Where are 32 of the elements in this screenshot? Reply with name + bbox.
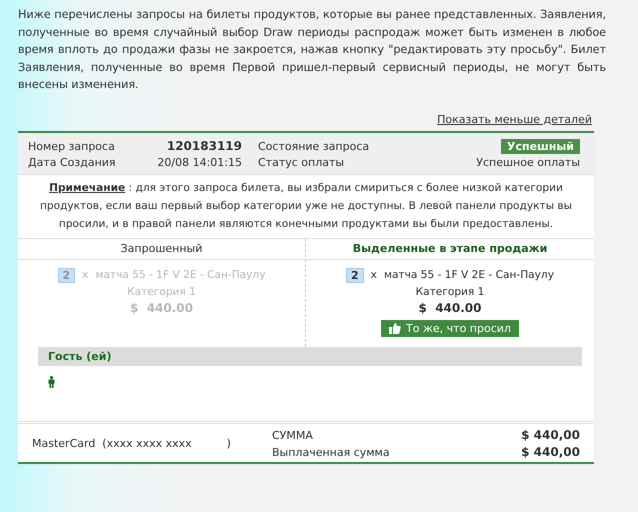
column-heading: Запрошенный [18, 238, 305, 260]
guests-header: Гость (ей) [38, 346, 582, 366]
status-label: Состояние запроса [258, 140, 370, 152]
summary-value: 120183119 [166, 139, 243, 153]
times-sign: x [82, 269, 88, 281]
same-as-requested-button[interactable]: То же, что просил [381, 320, 519, 336]
status-label: Статус оплаты [258, 156, 346, 168]
product-name: матча 55 - 1F V 2E - Сан-Паулу [95, 269, 266, 281]
status-value: Успешное оплаты [476, 156, 580, 168]
show-less-details-link[interactable]: Показать меньше деталей [437, 112, 592, 126]
quantity-badge: 2 [346, 268, 364, 282]
times-sign: x [370, 269, 377, 281]
summary-label: Дата Создания [28, 156, 117, 168]
payment-amount: $ 440,00 [521, 426, 580, 444]
category-text: Категория 1 [127, 286, 196, 298]
status-badge: Успешный [501, 138, 580, 154]
product-name: матча 55 - 1F V 2E - Сан-Паулу [384, 269, 554, 281]
payment-amount: $ 440,00 [521, 444, 580, 460]
price-text: $ 440.00 [418, 300, 482, 314]
person-icon [48, 376, 55, 388]
summary-label: Номер запроса [28, 140, 116, 152]
note-paragraph: Примечание : для этого запроса билета, вы избрали смириться с более низкой категории продуктов, если ваш первый выбор категории уже не доступны. В левой панели продукты вы просили, и в правой панели являются конечными продуктами вы были предоставлены. [18, 174, 594, 238]
category-text: Категория 1 [416, 286, 484, 298]
thumbs-up-icon [389, 322, 402, 334]
payment-label: СУММА [272, 428, 314, 444]
payment-label: Выплаченная сумма [272, 444, 391, 460]
column-heading: Выделенные в этапе продажи [306, 238, 594, 260]
quantity-badge: 2 [58, 268, 76, 282]
summary-value: 20/08 14:01:15 [156, 156, 243, 168]
intro-paragraph: Ниже перечислены запросы на билеты продуктов, которые вы ранее представленных. Заявления, полученные во время случайный выбор Draw периоды распродаж может быть изменен в любое время вплоть до продажи фазы не закроется, нажав кнопку "редактировать эту просьбу". Билет Заявления, полученные во время Первой пришел-первый сервисный периоды, не могут быть внесены изменения. [18, 7, 606, 93]
price-text: $ 440.00 [130, 300, 193, 314]
card-info: MasterCard (xxxx xxxx xxxx ) [32, 436, 232, 452]
